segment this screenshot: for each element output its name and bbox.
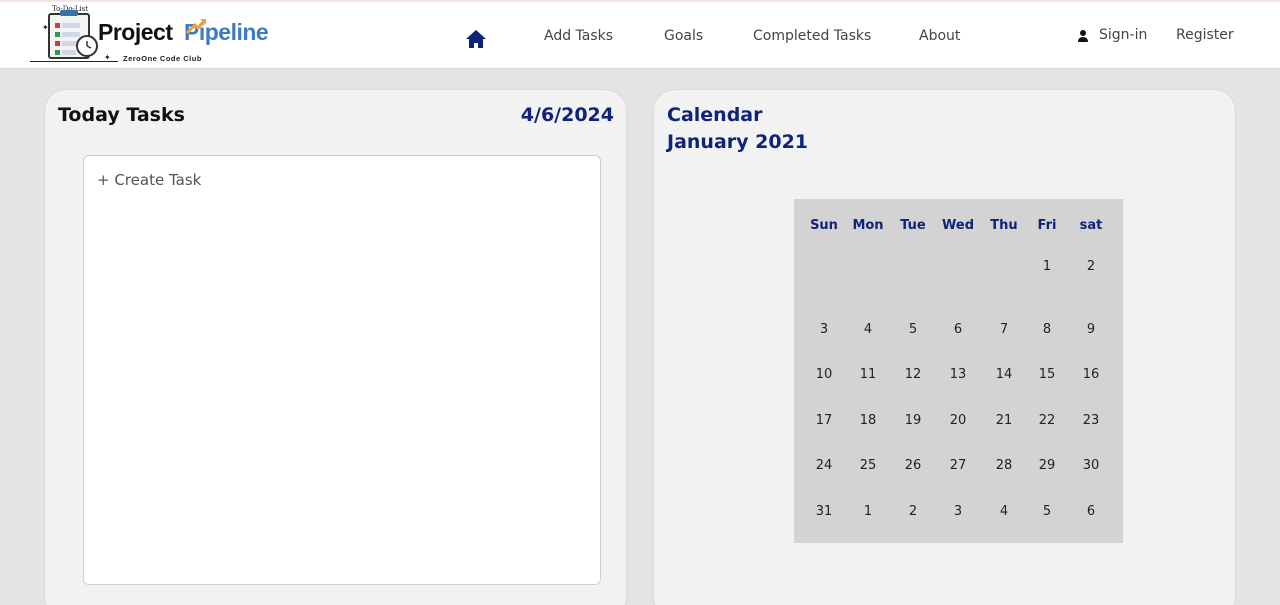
logo-underline	[30, 61, 118, 62]
weekday-header: Thu	[990, 218, 1018, 233]
calendar-month: January 2021	[667, 131, 809, 153]
calendar-day[interactable]: 7	[984, 322, 1024, 337]
calendar-day[interactable]: 16	[1071, 367, 1111, 382]
calendar-day[interactable]: 31	[804, 504, 844, 519]
register-link[interactable]: Register	[1176, 27, 1234, 43]
logo[interactable]: To-Do-List ✦ ✦ Project Pipeline ZeroOne …	[30, 5, 280, 67]
calendar-day[interactable]: 23	[1071, 413, 1111, 428]
calendar-day[interactable]: 29	[1027, 458, 1067, 473]
task-list-box: + Create Task	[83, 155, 601, 585]
calendar-day[interactable]: 13	[938, 367, 978, 382]
calendar-day[interactable]: 30	[1071, 458, 1111, 473]
calendar-day[interactable]: 18	[848, 413, 888, 428]
nav-add-tasks[interactable]: Add Tasks	[544, 28, 613, 44]
calendar-day[interactable]: 22	[1027, 413, 1067, 428]
logo-club-name: ZeroOne Code Club	[123, 54, 202, 63]
sparkle-icon: ✦	[42, 23, 49, 32]
calendar-day[interactable]: 28	[984, 458, 1024, 473]
calendar-day[interactable]: 1	[848, 504, 888, 519]
user-icon	[1078, 30, 1088, 42]
calendar-day[interactable]: 1	[1027, 259, 1067, 274]
create-task-button[interactable]: + Create Task	[97, 171, 201, 189]
logo-word-project: Project	[98, 19, 173, 45]
calendar-day[interactable]: 9	[1071, 322, 1111, 337]
site-header: To-Do-List ✦ ✦ Project Pipeline ZeroOne …	[0, 2, 1280, 69]
calendar-day[interactable]: 17	[804, 413, 844, 428]
calendar-day[interactable]: 8	[1027, 322, 1067, 337]
calendar-day[interactable]: 5	[893, 322, 933, 337]
weekday-header: Tue	[900, 218, 926, 233]
calendar-day[interactable]: 25	[848, 458, 888, 473]
calendar-day[interactable]: 4	[984, 504, 1024, 519]
calendar-grid: Sun Mon Tue Wed Thu Fri sat 1 2 3 4 5 6 7 8 9 10 11 12 13 14…	[794, 199, 1123, 543]
calendar-day[interactable]: 2	[893, 504, 933, 519]
clock-icon	[76, 35, 98, 57]
nav-goals[interactable]: Goals	[664, 28, 703, 44]
today-tasks-title: Today Tasks	[58, 104, 185, 126]
calendar-day[interactable]: 3	[938, 504, 978, 519]
calendar-day[interactable]: 2	[1071, 259, 1111, 274]
nav-completed-tasks[interactable]: Completed Tasks	[753, 28, 871, 44]
calendar-day[interactable]: 11	[848, 367, 888, 382]
today-date: 4/6/2024	[520, 104, 614, 126]
calendar-day[interactable]: 6	[1071, 504, 1111, 519]
calendar-day[interactable]: 24	[804, 458, 844, 473]
calendar-day[interactable]: 4	[848, 322, 888, 337]
weekday-header: sat	[1079, 218, 1103, 233]
signin-link[interactable]: Sign-in	[1099, 27, 1147, 43]
calendar-day[interactable]: 26	[893, 458, 933, 473]
calendar-day[interactable]: 27	[938, 458, 978, 473]
calendar-day[interactable]: 14	[984, 367, 1024, 382]
calendar-day[interactable]: 20	[938, 413, 978, 428]
nav-about[interactable]: About	[919, 28, 960, 44]
trend-arrow-icon	[185, 19, 207, 35]
home-icon[interactable]	[465, 28, 487, 50]
calendar-title: Calendar	[667, 104, 763, 126]
calendar-day[interactable]: 10	[804, 367, 844, 382]
calendar-day[interactable]: 19	[893, 413, 933, 428]
calendar-day[interactable]: 21	[984, 413, 1024, 428]
calendar-day[interactable]: 5	[1027, 504, 1067, 519]
weekday-header: Sun	[810, 218, 838, 233]
weekday-header: Fri	[1037, 218, 1057, 233]
calendar-day[interactable]: 3	[804, 322, 844, 337]
weekday-header: Wed	[942, 218, 974, 233]
calendar-day[interactable]: 6	[938, 322, 978, 337]
weekday-header: Mon	[852, 218, 884, 233]
calendar-day[interactable]: 12	[893, 367, 933, 382]
calendar-panel: Calendar January 2021 Sun Mon Tue Wed Thu Fri…	[653, 89, 1236, 605]
today-tasks-panel: Today Tasks 4/6/2024 + Create Task	[44, 89, 627, 605]
clipboard-clip	[60, 10, 78, 16]
calendar-day[interactable]: 15	[1027, 367, 1067, 382]
